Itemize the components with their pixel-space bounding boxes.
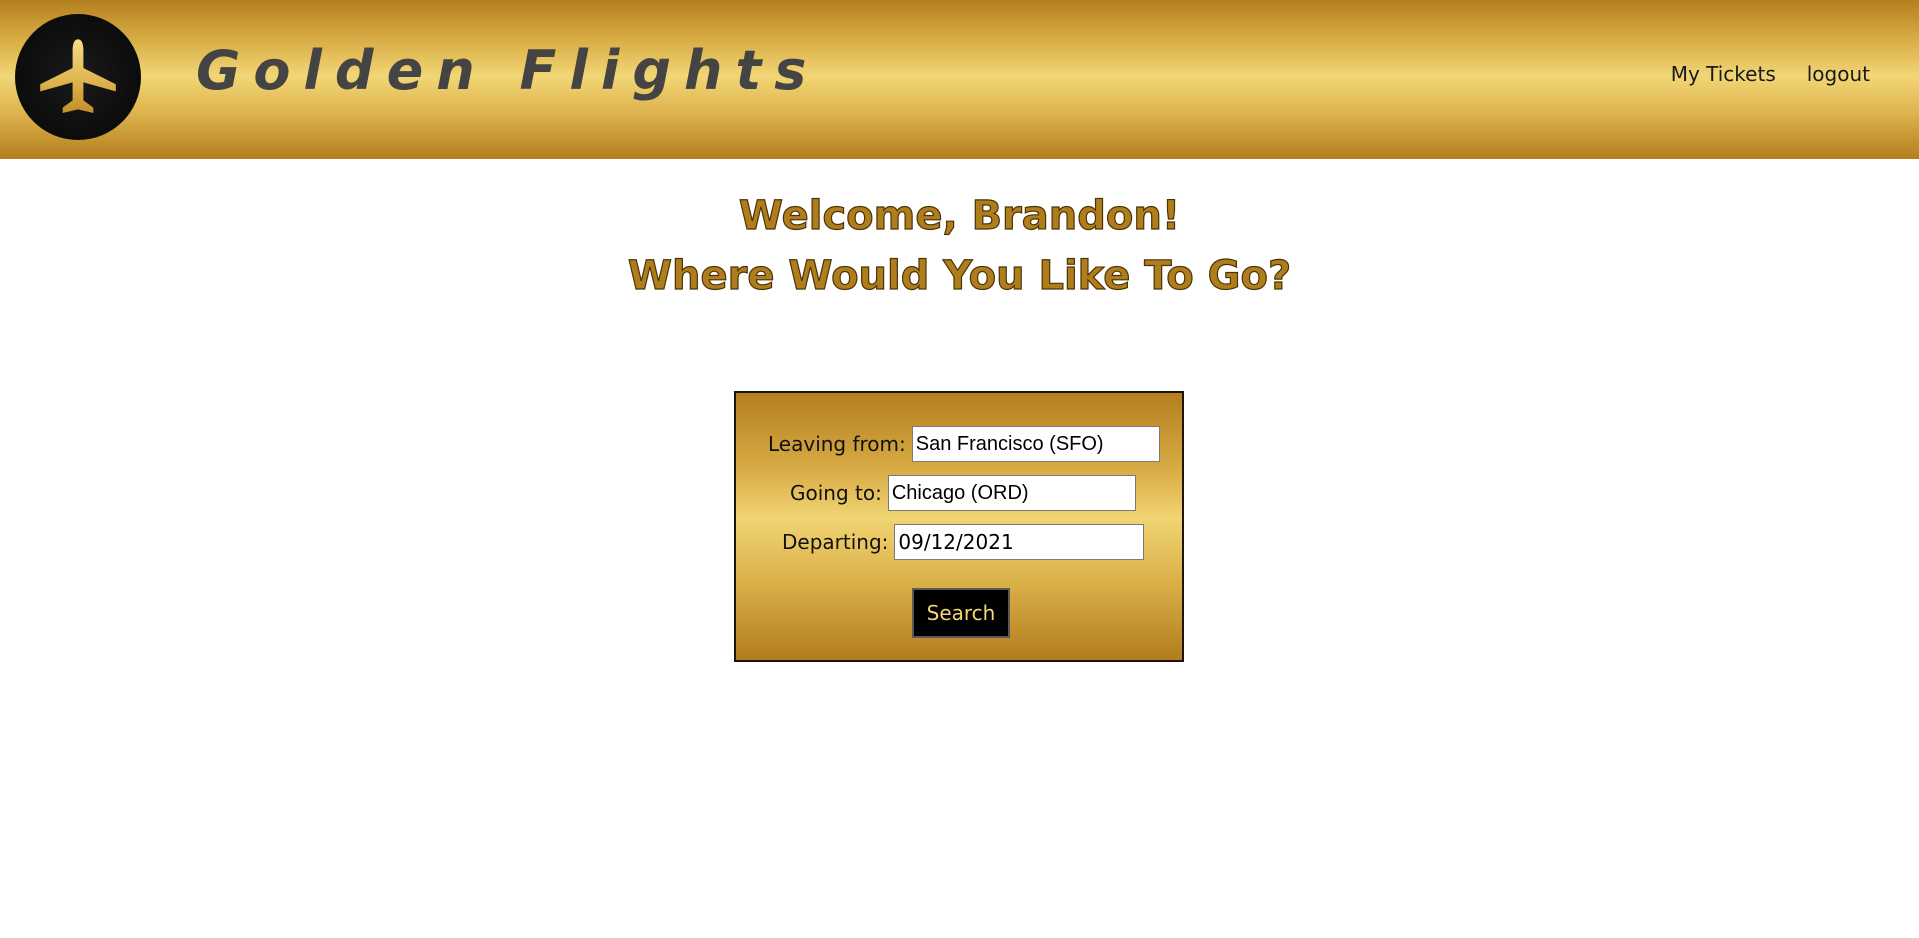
leaving-from-label: Leaving from: <box>768 432 906 456</box>
going-to-input[interactable] <box>887 475 1136 511</box>
welcome-greeting: Welcome, Brandon! <box>738 192 1181 239</box>
brand-title: Golden Flights <box>196 39 820 102</box>
welcome-question: Where Would You Like To Go? <box>627 252 1292 299</box>
going-to-label: Going to: <box>790 481 882 505</box>
my-tickets-link[interactable]: My Tickets <box>1671 62 1776 86</box>
welcome-heading: Welcome, Brandon! Where Would You Like T… <box>0 186 1919 306</box>
logout-link[interactable]: logout <box>1807 62 1870 86</box>
site-header: Golden Flights My Tickets logout <box>0 0 1919 159</box>
going-to-row: Going to: <box>790 475 1136 511</box>
search-button[interactable]: Search <box>912 588 1010 638</box>
logo[interactable] <box>15 14 141 140</box>
departing-row: Departing: <box>782 524 1145 560</box>
top-nav: My Tickets logout <box>1671 62 1870 86</box>
departing-label: Departing: <box>782 530 889 554</box>
departing-date-input[interactable] <box>894 524 1145 560</box>
leaving-from-row: Leaving from: <box>768 426 1160 462</box>
leaving-from-input[interactable] <box>911 426 1160 462</box>
airplane-icon <box>40 39 116 114</box>
flight-search-form: Leaving from: Going to: Departing: Searc… <box>734 391 1184 662</box>
